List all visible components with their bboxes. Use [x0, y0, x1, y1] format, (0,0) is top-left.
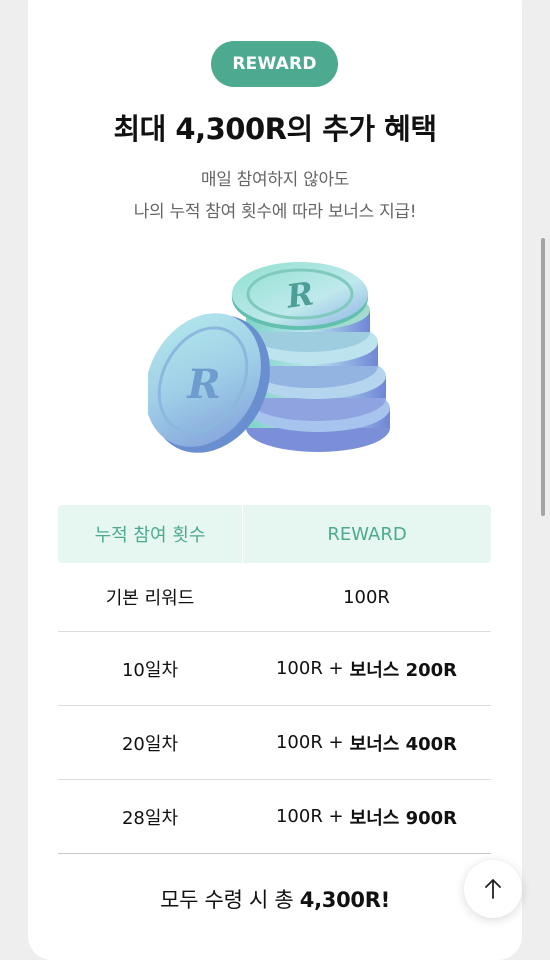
table-row: 기본 리워드 100R [58, 563, 491, 632]
row-count: 10일차 [121, 659, 179, 681]
subtitle-line-1: 매일 참여하지 않아도 [200, 170, 350, 190]
scrollbar[interactable] [541, 238, 545, 516]
table-header: 누적 참여 횟수 REWARD [58, 505, 491, 563]
reward-table: 누적 참여 횟수 REWARD 기본 리워드 100R 10일차 100R + … [58, 505, 491, 854]
row-reward: 100R + 보너스 400R [242, 706, 491, 779]
reward-base: 100R + [275, 658, 344, 679]
table-row: 10일차 100R + 보너스 200R [58, 632, 491, 706]
reward-bonus: 보너스 400R [349, 733, 458, 755]
reward-bonus: 보너스 900R [349, 807, 458, 829]
reward-base: 100R [343, 586, 390, 608]
row-reward: 100R + 보너스 900R [242, 780, 491, 853]
row-reward: 100R [242, 563, 491, 631]
scroll-to-top-button[interactable] [464, 860, 522, 918]
reward-bonus: 보너스 200R [349, 659, 458, 681]
total-prefix: 모두 수령 시 총 [160, 888, 294, 912]
header-count: 누적 참여 횟수 [58, 505, 243, 563]
page-title: 최대 4,300R의 추가 혜택 [113, 112, 437, 146]
arrow-up-icon [485, 879, 501, 899]
coin-stack-icon: R R [145, 258, 398, 467]
total-amount: 4,300R! [299, 888, 390, 912]
subtitle-line-2: 나의 누적 참여 횟수에 따라 보너스 지급! [133, 202, 417, 222]
header-reward: REWARD [327, 523, 407, 545]
coin-letter: R [283, 274, 316, 315]
reward-base: 100R + [275, 806, 344, 827]
row-count: 20일차 [121, 733, 179, 755]
table-row: 20일차 100R + 보너스 400R [58, 706, 491, 780]
row-count: 28일차 [121, 807, 179, 829]
reward-base: 100R + [275, 732, 344, 753]
coin-letter-front: R [186, 361, 220, 408]
table-row: 28일차 100R + 보너스 900R [58, 780, 491, 854]
row-reward: 100R + 보너스 200R [242, 632, 491, 705]
reward-badge: REWARD [211, 41, 338, 87]
row-count: 기본 리워드 [105, 588, 195, 609]
